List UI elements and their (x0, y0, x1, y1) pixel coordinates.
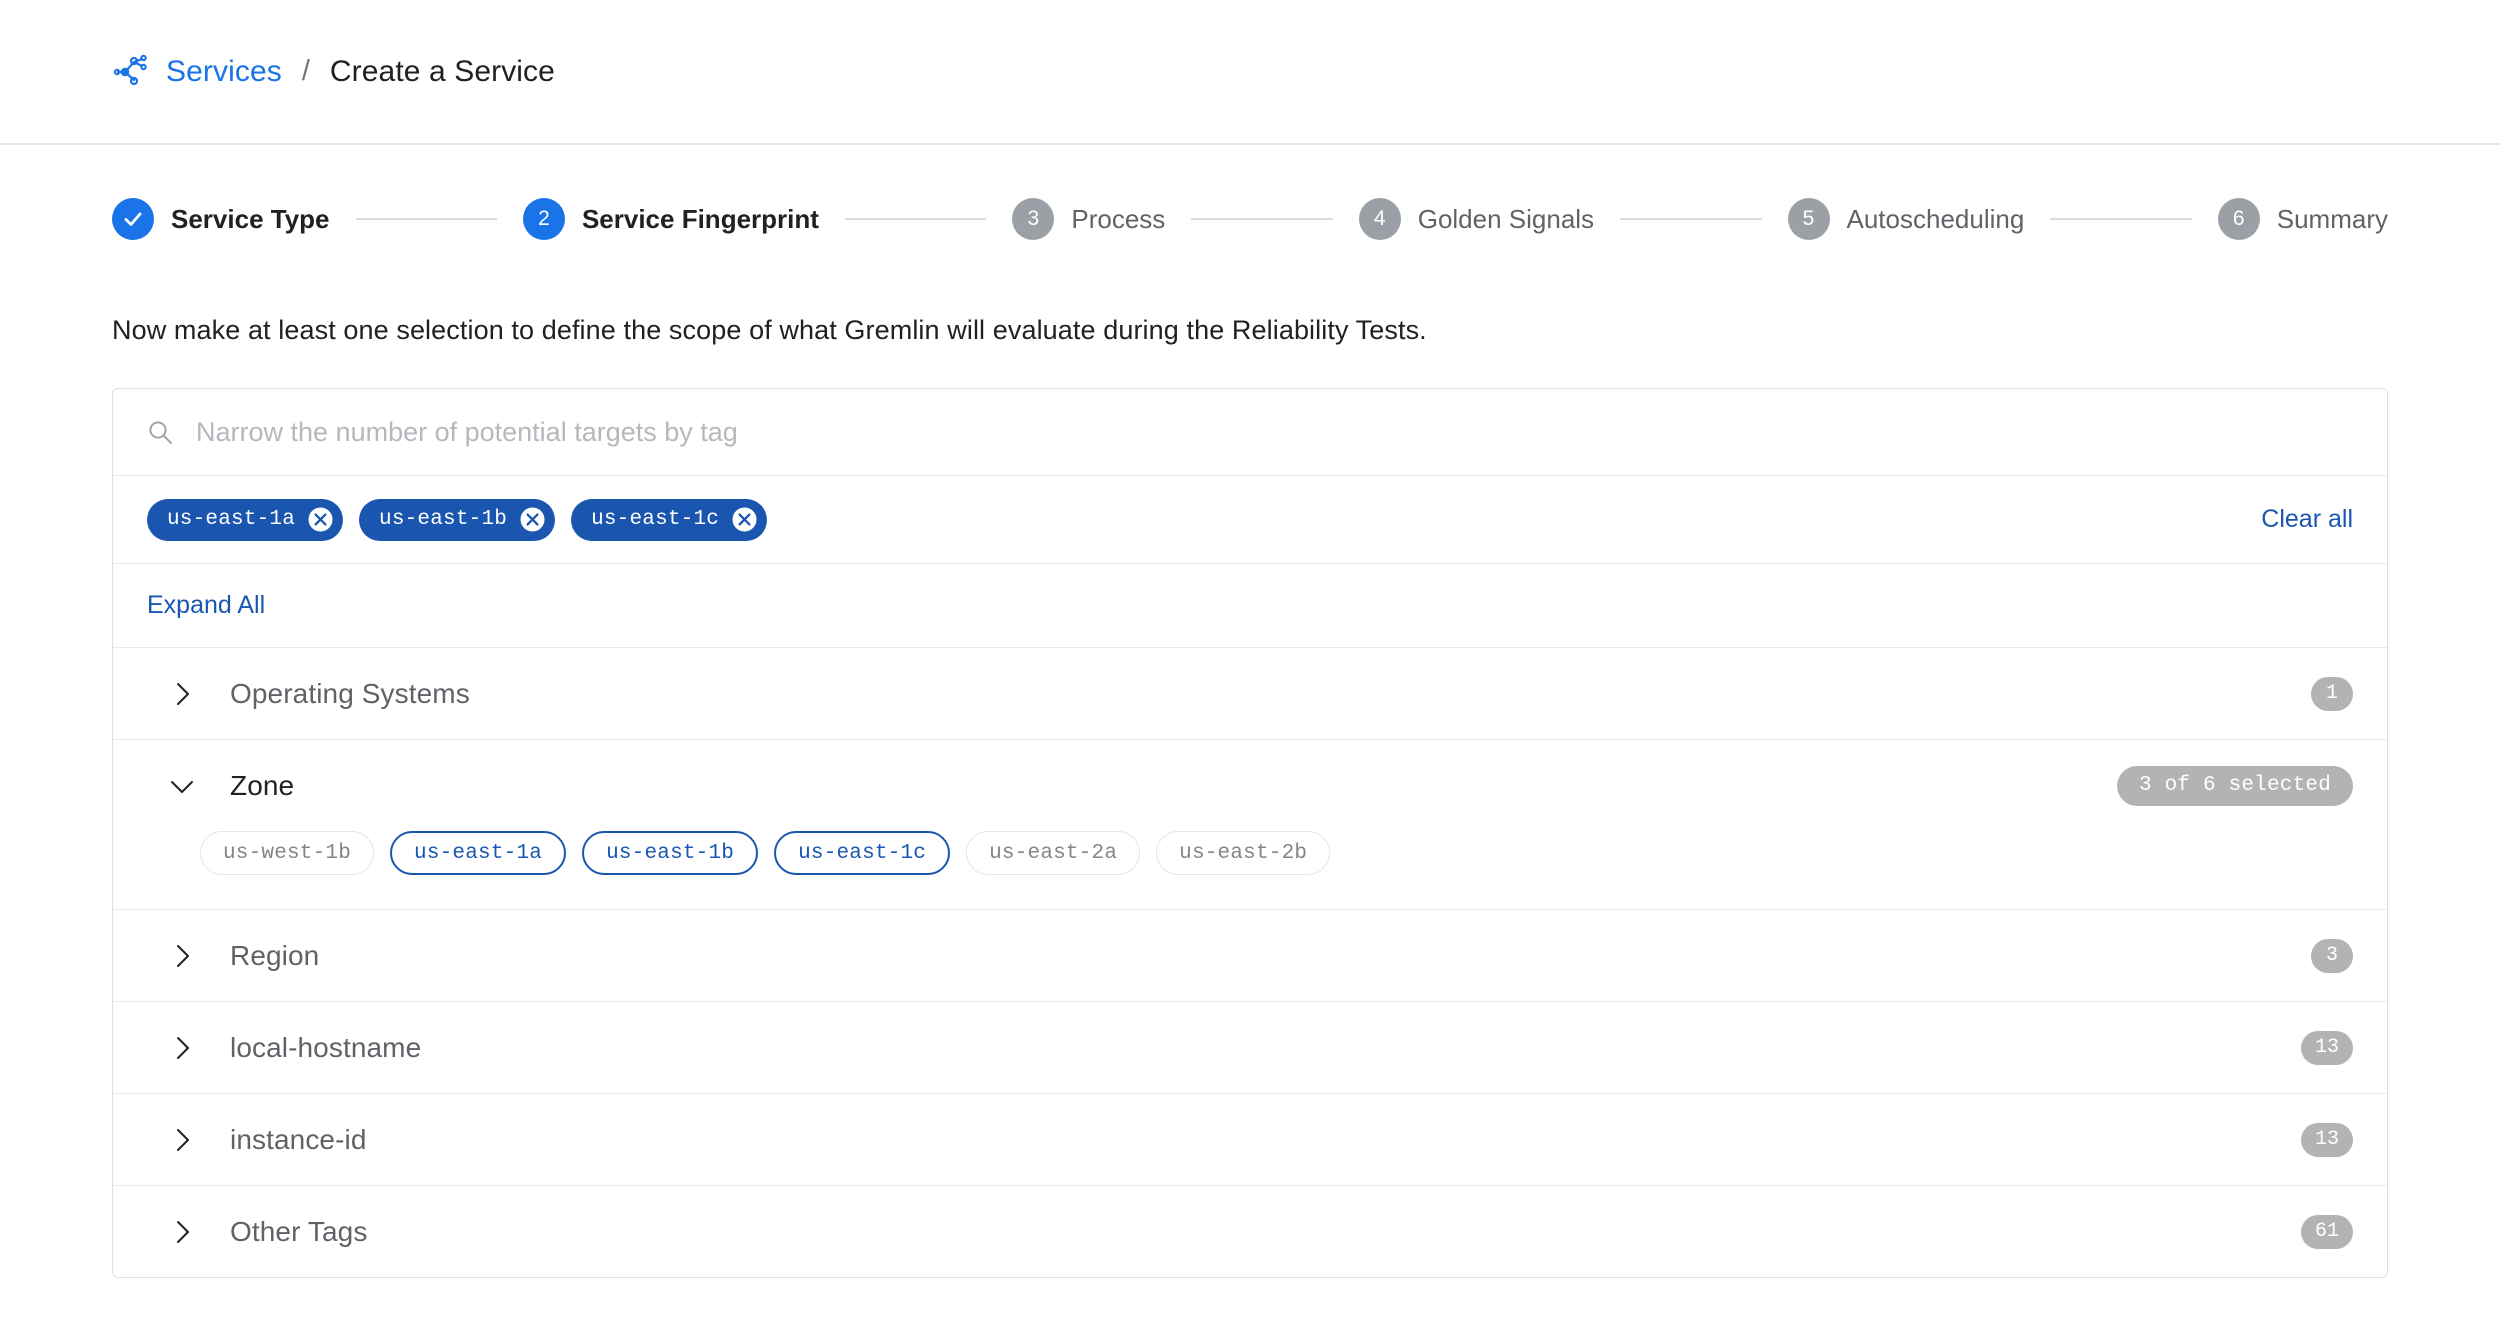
chevron-right-icon (167, 1125, 197, 1155)
step-4-indicator: 4 (1359, 198, 1401, 240)
chip-label: us-east-1b (379, 508, 507, 531)
selected-tags-row: us-east-1a us-east-1b (113, 476, 2387, 564)
accordion-count-badge: 13 (2301, 1031, 2353, 1065)
breadcrumb-link-services[interactable]: Services (166, 55, 282, 89)
tag-option[interactable]: us-east-2b (1156, 831, 1330, 875)
chevron-right-icon (167, 941, 197, 971)
breadcrumb-bar: Services / Create a Service (0, 0, 2500, 145)
breadcrumb-current-page: Create a Service (330, 55, 555, 89)
accordion-count-badge: 1 (2311, 677, 2353, 711)
accordion-count-badge: 61 (2301, 1215, 2353, 1249)
step-autoscheduling[interactable]: 5 Autoscheduling (1788, 198, 2025, 240)
step-5-label: Autoscheduling (1847, 204, 2025, 235)
step-golden-signals[interactable]: 4 Golden Signals (1359, 198, 1594, 240)
selected-tag-chip[interactable]: us-east-1c (571, 499, 767, 541)
tag-filter-card: us-east-1a us-east-1b (112, 388, 2388, 1278)
accordion-selected-badge: 3 of 6 selected (2117, 766, 2353, 806)
selected-tag-chip[interactable]: us-east-1a (147, 499, 343, 541)
expand-all-row: Expand All (113, 564, 2387, 648)
remove-chip-icon[interactable] (731, 506, 758, 533)
accordion-item-zone: Zone 3 of 6 selected us-west-1b us-east-… (113, 740, 2387, 910)
accordion-count-badge: 13 (2301, 1123, 2353, 1157)
accordion-item-region: Region 3 (113, 910, 2387, 1002)
chip-label: us-east-1c (591, 508, 719, 531)
accordion-item-other-tags: Other Tags 61 (113, 1186, 2387, 1277)
accordion-header-zone[interactable]: Zone 3 of 6 selected (113, 740, 2387, 831)
clear-all-button[interactable]: Clear all (2261, 505, 2353, 534)
chevron-right-icon (167, 1217, 197, 1247)
step-connector-4 (1620, 218, 1761, 220)
accordion-item-instance-id: instance-id 13 (113, 1094, 2387, 1186)
instruction-text: Now make at least one selection to defin… (0, 315, 2500, 346)
selected-tag-chip[interactable]: us-east-1b (359, 499, 555, 541)
step-connector-1 (356, 218, 497, 220)
breadcrumb: Services / Create a Service (112, 52, 555, 92)
accordion-title: instance-id (230, 1124, 367, 1156)
accordion-item-operating-systems: Operating Systems 1 (113, 648, 2387, 740)
tag-option[interactable]: us-west-1b (200, 831, 374, 875)
step-1-label: Service Type (171, 204, 330, 235)
services-network-icon (112, 52, 152, 92)
accordion-title: Zone (230, 770, 294, 802)
chevron-down-icon (167, 771, 197, 801)
accordion-header-instance-id[interactable]: instance-id 13 (113, 1094, 2387, 1185)
wizard-stepper: Service Type 2 Service Fingerprint 3 Pro… (0, 167, 2500, 271)
accordion-title: Other Tags (230, 1216, 367, 1248)
step-3-indicator: 3 (1012, 198, 1054, 240)
step-connector-5 (2050, 218, 2191, 220)
accordion-title: local-hostname (230, 1032, 421, 1064)
step-connector-3 (1191, 218, 1332, 220)
accordion-title: Operating Systems (230, 678, 470, 710)
expand-all-button[interactable]: Expand All (147, 591, 265, 620)
accordion-title: Region (230, 940, 319, 972)
accordion-header-region[interactable]: Region 3 (113, 910, 2387, 1001)
step-process[interactable]: 3 Process (1012, 198, 1165, 240)
chevron-right-icon (167, 679, 197, 709)
selected-tags-list: us-east-1a us-east-1b (147, 499, 2237, 541)
accordion-item-local-hostname: local-hostname 13 (113, 1002, 2387, 1094)
breadcrumb-separator: / (302, 55, 310, 88)
accordion-header-operating-systems[interactable]: Operating Systems 1 (113, 648, 2387, 739)
tag-option[interactable]: us-east-1a (390, 831, 566, 875)
accordion-header-other-tags[interactable]: Other Tags 61 (113, 1186, 2387, 1277)
tag-option[interactable]: us-east-1c (774, 831, 950, 875)
step-6-label: Summary (2277, 204, 2388, 235)
step-2-label: Service Fingerprint (582, 204, 819, 235)
check-icon (121, 207, 145, 231)
step-2-indicator: 2 (523, 198, 565, 240)
zone-tag-options: us-west-1b us-east-1a us-east-1b us-east… (113, 831, 2387, 909)
accordion-header-local-hostname[interactable]: local-hostname 13 (113, 1002, 2387, 1093)
tag-option[interactable]: us-east-2a (966, 831, 1140, 875)
step-1-indicator (112, 198, 154, 240)
chip-label: us-east-1a (167, 508, 295, 531)
step-6-indicator: 6 (2218, 198, 2260, 240)
step-4-label: Golden Signals (1418, 204, 1594, 235)
remove-chip-icon[interactable] (519, 506, 546, 533)
step-3-label: Process (1071, 204, 1165, 235)
search-row (113, 389, 2387, 476)
step-connector-2 (845, 218, 986, 220)
step-service-type[interactable]: Service Type (112, 198, 330, 240)
tag-option[interactable]: us-east-1b (582, 831, 758, 875)
search-icon (147, 419, 174, 446)
chevron-right-icon (167, 1033, 197, 1063)
search-input[interactable] (196, 417, 2353, 448)
step-service-fingerprint[interactable]: 2 Service Fingerprint (523, 198, 819, 240)
step-5-indicator: 5 (1788, 198, 1830, 240)
create-service-page: Services / Create a Service Service Type… (0, 0, 2500, 1343)
remove-chip-icon[interactable] (307, 506, 334, 533)
step-summary[interactable]: 6 Summary (2218, 198, 2388, 240)
accordion-count-badge: 3 (2311, 939, 2353, 973)
